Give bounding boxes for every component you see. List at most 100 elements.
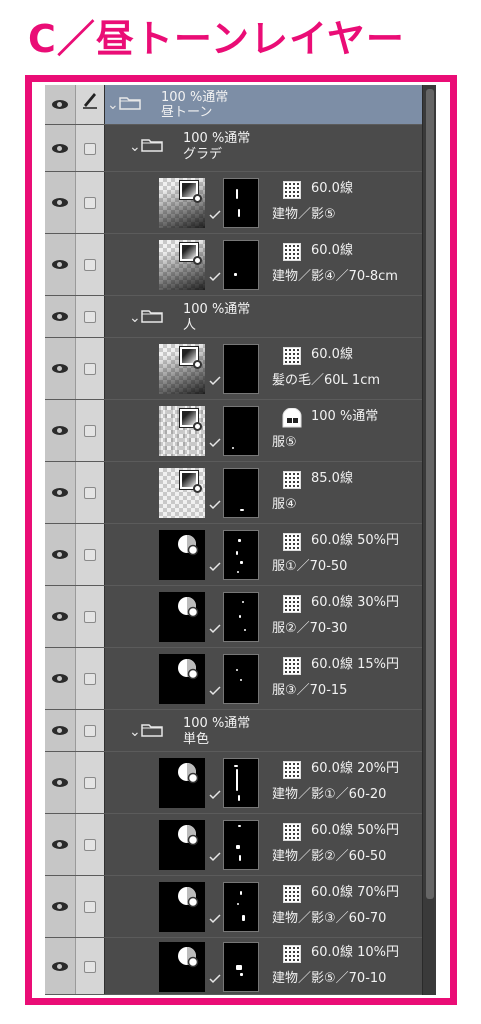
scrollbar[interactable] [422,85,436,995]
eye-icon[interactable] [52,312,68,321]
edit-lock-checkbox[interactable] [84,425,96,437]
edit-lock-checkbox[interactable] [84,611,96,623]
eye-icon[interactable] [52,100,68,109]
tone-layer-icon [179,242,202,265]
folder-row[interactable]: ⌄ 100 %通常人 [45,296,422,338]
layer-row[interactable]: 60.0線 建物／影④／70-8cm [45,234,422,296]
edit-lock-checkbox[interactable] [84,311,96,323]
halftone-icon [283,945,301,963]
tone-layer-icon [177,824,199,846]
eye-icon[interactable] [52,198,68,207]
halftone-icon [283,471,301,489]
halftone-icon [283,823,301,841]
edit-lock-checkbox[interactable] [84,961,96,973]
mask-mark [240,891,242,895]
layer-thumbnail [159,592,205,642]
layer-mode: 60.0線 70%円 [311,885,399,900]
edit-lock-checkbox[interactable] [84,673,96,685]
halftone-icon [283,595,301,613]
chevron-down-icon[interactable]: ⌄ [129,140,141,154]
row-content: 60.0線 20%円建物／影①／60-20 [105,752,422,813]
edit-lock-checkbox[interactable] [84,363,96,375]
mask-mark [238,209,240,217]
mask-mark [236,669,238,671]
root-folder-row[interactable]: ⌄ 100 %通常 昼トーン [45,85,422,125]
layer-thumbnail [159,758,205,808]
edit-lock-checkbox[interactable] [84,259,96,271]
mask-thumbnail [223,240,259,290]
halftone-icon [283,243,301,261]
eye-icon[interactable] [52,612,68,621]
row-content: 60.0線 50%円 服①／70-50 [105,524,422,585]
layer-row[interactable]: 85.0線 服④ [45,462,422,524]
tone-layer-icon [177,534,199,556]
layer-row[interactable]: 60.0線 30%円 服②／70-30 [45,586,422,648]
layer-mode: 60.0線 15%円 [311,657,399,672]
mask-thumbnail [223,654,259,704]
edit-lock-checkbox[interactable] [84,549,96,561]
eye-icon[interactable] [52,674,68,683]
edit-lock-checkbox[interactable] [84,901,96,913]
layer-row[interactable]: 60.0線 20%円建物／影①／60-20 [45,752,422,814]
row-content: 60.0線 50%円 建物／影②／60-50 [105,814,422,875]
layer-row[interactable]: 60.0線 10%円 建物／影⑤／70-10 [45,938,422,995]
folder-row[interactable]: ⌄ 100 %通常 単色 [45,710,422,752]
layer-panel: ⌄ 100 %通常 昼トーン ⌄ 100 %通常 グラデ 60.0線 建物／影⑤ 60.0線 建物… [45,85,436,995]
eye-icon[interactable] [52,550,68,559]
row-content: ⌄ 100 %通常 グラデ [105,125,422,171]
edit-lock-checkbox[interactable] [84,487,96,499]
eye-icon[interactable] [52,144,68,153]
mask-mark [237,571,239,573]
halftone-icon [283,181,301,199]
layer-mode: 60.0線 [311,347,353,362]
layer-name: 服①／70-50 [272,559,348,574]
row-content: 60.0線 15%円 服③／70-15 [105,648,422,709]
eye-icon[interactable] [52,962,68,971]
edit-lock-checkbox[interactable] [84,725,96,737]
folder-mode: 100 %通常 [183,302,251,317]
chevron-down-icon[interactable]: ⌄ [129,725,141,739]
pencil-icon[interactable] [80,90,100,110]
eye-icon[interactable] [52,726,68,735]
edit-lock-checkbox[interactable] [84,197,96,209]
layer-row[interactable]: 60.0線 50%円 建物／影②／60-50 [45,814,422,876]
mask-mark [239,615,241,618]
halftone-icon [283,657,301,675]
layer-name: 建物／影①／60-20 [272,787,387,802]
mask-mark [236,551,238,555]
mask-thumbnail [223,592,259,642]
layer-thumbnail [159,941,205,992]
layer-row[interactable]: 60.0線 15%円 服③／70-15 [45,648,422,710]
layer-row[interactable]: 60.0線髪の毛／60L 1cm [45,338,422,400]
layer-name: 髪の毛／60L 1cm [272,373,380,388]
layer-name: 建物／影⑤／70-10 [272,971,387,986]
edit-lock-checkbox[interactable] [84,143,96,155]
layer-mode: 60.0線 20%円 [311,761,399,776]
checkmark-icon [209,557,221,572]
eye-icon[interactable] [52,426,68,435]
eye-icon[interactable] [52,778,68,787]
edit-lock-checkbox[interactable] [84,777,96,789]
layer-row[interactable]: 60.0線 70%円 建物／影③／60-70 [45,876,422,938]
folder-name: 人 [183,318,197,333]
eye-icon[interactable] [52,260,68,269]
layer-row[interactable]: 60.0線 建物／影⑤ [45,172,422,234]
row-content: 60.0線 建物／影⑤ [105,172,422,233]
chevron-down-icon[interactable]: ⌄ [107,98,119,112]
eye-icon[interactable] [52,364,68,373]
chevron-down-icon[interactable]: ⌄ [129,311,141,325]
layer-row[interactable]: 60.0線 50%円 服①／70-50 [45,524,422,586]
row-content: ⌄ 100 %通常 単色 [105,710,422,751]
edit-lock-checkbox[interactable] [84,839,96,851]
mask-thumbnail [223,178,259,228]
scroll-thumb[interactable] [426,89,434,899]
layer-row[interactable]: 100 %通常 服⑤ [45,400,422,462]
folder-row[interactable]: ⌄ 100 %通常 グラデ [45,125,422,172]
folder-name: 昼トーン [161,105,213,120]
mask-thumbnail [223,941,259,992]
eye-icon[interactable] [52,840,68,849]
mask-mark [237,903,239,905]
mask-mark [238,825,241,827]
eye-icon[interactable] [52,902,68,911]
eye-icon[interactable] [52,488,68,497]
